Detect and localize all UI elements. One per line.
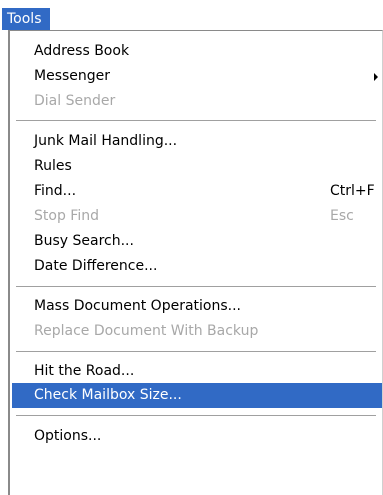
menu-item-messenger[interactable]: Messenger [10, 64, 382, 89]
menu-tools[interactable]: Tools [2, 8, 50, 30]
menu-item-address-book[interactable]: Address Book [10, 39, 382, 64]
menu-separator [16, 351, 376, 352]
menu-separator [16, 120, 376, 121]
menu-item-mass-document-operations[interactable]: Mass Document Operations... [10, 294, 382, 319]
menu-item-options[interactable]: Options... [10, 424, 382, 449]
menu-item-label: Busy Search... [34, 233, 134, 249]
menu-item-label: Replace Document With Backup [34, 323, 259, 339]
menu-item-dial-sender: Dial Sender [10, 89, 382, 114]
menu-item-label: Stop Find [34, 208, 99, 224]
menu-item-date-difference[interactable]: Date Difference... [10, 254, 382, 279]
shortcut-label: Esc [330, 208, 354, 224]
menu-item-label: Find... [34, 183, 77, 199]
menu-item-label: Rules [34, 158, 72, 174]
menu-item-label: Options... [34, 428, 102, 444]
menu-item-label: Address Book [34, 43, 130, 59]
menu-item-label: Hit the Road... [34, 363, 135, 379]
menu-item-label: Messenger [34, 68, 111, 84]
menu-item-replace-document: Replace Document With Backup [10, 319, 382, 344]
menu-item-rules[interactable]: Rules [10, 154, 382, 179]
menu-separator [16, 415, 376, 416]
menu-item-label: Check Mailbox Size... [34, 387, 182, 403]
menu-item-stop-find: Stop Find Esc [10, 204, 382, 229]
menu-item-label: Mass Document Operations... [34, 298, 241, 314]
menu-item-junk-mail[interactable]: Junk Mail Handling... [10, 129, 382, 154]
menu-item-check-mailbox-size[interactable]: Check Mailbox Size... [12, 383, 382, 408]
menu-item-find[interactable]: Find... Ctrl+F [10, 179, 382, 204]
shortcut-label: Ctrl+F [330, 183, 375, 199]
tools-dropdown-menu: Address Book Messenger Dial Sender Junk … [8, 30, 383, 495]
menu-item-label: Junk Mail Handling... [34, 133, 178, 149]
menu-separator [16, 286, 376, 287]
menu-item-label: Dial Sender [34, 93, 116, 109]
menu-item-busy-search[interactable]: Busy Search... [10, 229, 382, 254]
menu-item-label: Date Difference... [34, 258, 158, 274]
submenu-arrow-icon [374, 73, 378, 81]
menu-item-hit-the-road[interactable]: Hit the Road... [10, 359, 382, 384]
